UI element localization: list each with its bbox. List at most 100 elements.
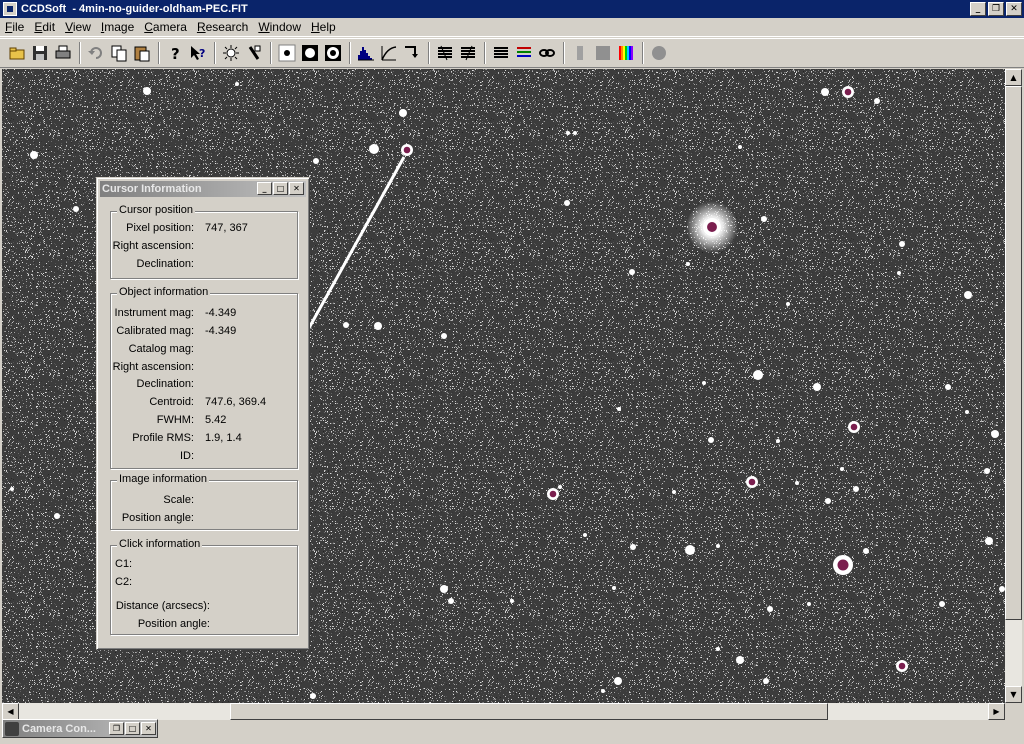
cursor-information-window[interactable]: Cursor Information _ □ ✕ Cursor position… [96, 177, 310, 650]
save-icon[interactable] [29, 42, 51, 64]
open-icon[interactable] [6, 42, 28, 64]
star [54, 513, 60, 519]
star [807, 602, 811, 606]
star [897, 271, 901, 275]
transform-icon[interactable] [401, 42, 423, 64]
paste-icon[interactable] [131, 42, 153, 64]
horizontal-scrollbar[interactable]: ◀ ▶ [2, 703, 1005, 720]
copy-icon[interactable] [108, 42, 130, 64]
star [441, 333, 447, 339]
menu-edit[interactable]: Edit [29, 18, 60, 36]
horizontal-scroll-thumb[interactable] [230, 703, 828, 720]
print-icon[interactable] [52, 42, 74, 64]
fwhm-value: 5.42 [205, 414, 227, 426]
contrast-icon[interactable] [243, 42, 265, 64]
circle-icon[interactable] [648, 42, 670, 64]
star [558, 485, 562, 489]
c1-label: C1: [115, 558, 133, 570]
link-icon[interactable] [536, 42, 558, 64]
camera-control-restore-button[interactable]: ❐ [109, 722, 124, 735]
restore-button[interactable]: ❐ [988, 2, 1004, 16]
curve-icon[interactable] [378, 42, 400, 64]
scroll-right-button[interactable]: ▶ [988, 703, 1005, 720]
star-marker [850, 423, 858, 431]
help-icon[interactable]: ? [164, 42, 186, 64]
toolbar-separator [642, 42, 644, 64]
object-information-heading: Object information [117, 286, 211, 298]
stack-1-icon[interactable] [434, 42, 456, 64]
star [899, 241, 905, 247]
vertical-scroll-thumb[interactable] [1005, 86, 1022, 620]
svg-text:?: ? [199, 47, 205, 60]
stack-color-icon[interactable] [513, 42, 535, 64]
star [564, 200, 570, 206]
cursor-info-minimize-button[interactable]: _ [257, 182, 272, 195]
gray-bar-icon[interactable] [569, 42, 591, 64]
star-medium-icon[interactable] [299, 42, 321, 64]
star [614, 677, 622, 685]
star [939, 601, 945, 607]
star [143, 87, 151, 95]
cursor-info-maximize-button[interactable]: □ [273, 182, 288, 195]
menu-research[interactable]: Research [192, 18, 253, 36]
object-dec-label: Declination: [136, 378, 194, 390]
star-marker [898, 662, 906, 670]
scroll-up-button[interactable]: ▲ [1005, 69, 1022, 86]
menu-window[interactable]: Window [253, 18, 306, 36]
minimize-button[interactable]: _ [970, 2, 986, 16]
star [753, 370, 763, 380]
click-information-heading: Click information [117, 538, 203, 550]
stack-3-icon[interactable] [490, 42, 512, 64]
star [786, 302, 790, 306]
app-icon[interactable] [3, 2, 17, 16]
context-help-icon[interactable]: ? [187, 42, 209, 64]
profile-rms-value: 1.9, 1.4 [205, 432, 242, 444]
menu-camera[interactable]: Camera [139, 18, 192, 36]
star [235, 82, 239, 86]
menu-help[interactable]: Help [306, 18, 341, 36]
star [795, 481, 799, 485]
star-small-icon[interactable] [276, 42, 298, 64]
vertical-scrollbar[interactable]: ▲ ▼ [1005, 69, 1022, 703]
star [573, 131, 577, 135]
scroll-corner [1005, 703, 1022, 720]
cursor-information-title-bar[interactable]: Cursor Information _ □ ✕ [100, 181, 306, 197]
camera-control-minimized-window[interactable]: Camera Con... ❐ □ ✕ [2, 719, 158, 738]
scroll-down-button[interactable]: ▼ [1005, 686, 1022, 703]
calibrated-mag-label: Calibrated mag: [116, 325, 194, 337]
image-information-group: Image information Scale: Position angle: [110, 473, 298, 530]
star [991, 430, 999, 438]
instrument-mag-label: Instrument mag: [114, 307, 194, 319]
menu-image[interactable]: Image [96, 18, 139, 36]
star [767, 606, 773, 612]
stack-2-icon[interactable] [457, 42, 479, 64]
camera-control-maximize-button[interactable]: □ [125, 722, 140, 735]
toolbar-separator [270, 42, 272, 64]
star [374, 322, 382, 330]
scale-label: Scale: [163, 494, 194, 506]
click-position-angle-label: Position angle: [137, 618, 210, 630]
rainbow-icon[interactable] [615, 42, 637, 64]
image-position-angle-label: Position angle: [121, 512, 194, 524]
brightness-icon[interactable] [220, 42, 242, 64]
menu-file[interactable]: File [0, 18, 29, 36]
star [629, 269, 635, 275]
histogram-icon[interactable] [355, 42, 377, 64]
cursor-info-close-button[interactable]: ✕ [289, 182, 304, 195]
ccdsoft-app: CCDSoft - 4min-no-guider-oldham-PEC.FIT … [0, 0, 1024, 744]
image-information-heading: Image information [117, 473, 210, 485]
calibrated-mag-value: -4.349 [205, 325, 237, 337]
pixel-position-label: Pixel position: [126, 222, 194, 234]
scroll-left-button[interactable]: ◀ [2, 703, 19, 720]
close-button[interactable]: ✕ [1006, 2, 1022, 16]
menu-bar: File Edit View Image Camera Research Win… [0, 18, 1024, 37]
star-large-icon[interactable] [322, 42, 344, 64]
star-marker [837, 559, 849, 571]
undo-icon[interactable] [85, 42, 107, 64]
object-ra-label: Right ascension: [112, 361, 194, 373]
camera-control-close-button[interactable]: ✕ [141, 722, 156, 735]
toolbar-separator [158, 42, 160, 64]
menu-view[interactable]: View [60, 18, 96, 36]
cursor-position-group: Cursor position Pixel position: 747, 367… [110, 204, 298, 279]
gray-square-icon[interactable] [592, 42, 614, 64]
